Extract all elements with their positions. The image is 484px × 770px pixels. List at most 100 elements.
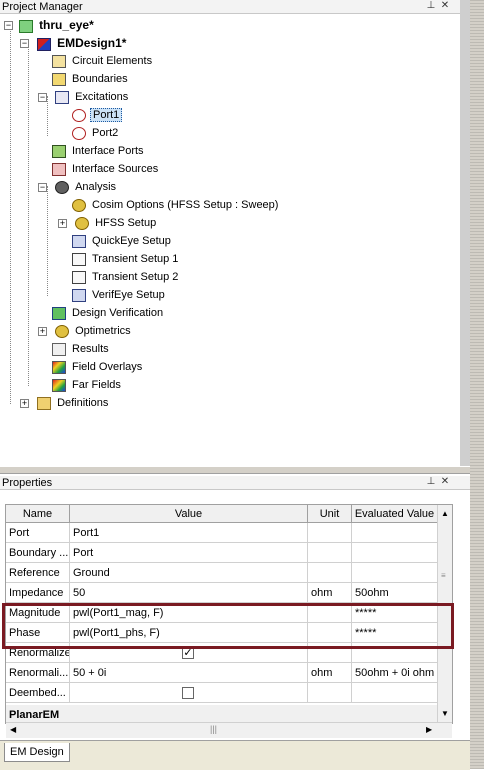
tree-label: Interface Sources	[72, 163, 159, 175]
scroll-left-icon[interactable]: ◀	[10, 725, 16, 734]
pane-splitter[interactable]	[0, 466, 470, 474]
properties-title: Properties	[2, 477, 53, 489]
property-evaluated-cell: 50ohm + 0i ohm	[352, 663, 438, 683]
tree-node-transient-setup-2[interactable]: Transient Setup 2	[72, 268, 180, 286]
property-value-cell[interactable]: Port	[70, 543, 308, 563]
tree-node-results[interactable]: Results	[52, 340, 111, 358]
property-name-cell: Impedance	[6, 583, 70, 603]
tree-label: Definitions	[57, 397, 109, 409]
properties-buttons: ⊥ ✕	[424, 476, 452, 490]
tree-node-quickeye-setup[interactable]: QuickEye Setup	[72, 232, 173, 250]
scroll-down-icon[interactable]: ▼	[441, 709, 449, 718]
tree-label: Optimetrics	[75, 325, 131, 337]
collapse-icon[interactable]: −	[20, 39, 29, 48]
tree-node-far-fields[interactable]: Far Fields	[52, 376, 123, 394]
tree-node-port2[interactable]: Port2	[72, 124, 120, 142]
interface-ports-icon	[52, 144, 66, 158]
column-header-evaluated[interactable]: Evaluated Value	[352, 505, 438, 523]
tree-line	[28, 42, 29, 386]
property-value-cell[interactable]: Port1	[70, 523, 308, 543]
property-evaluated-cell	[352, 683, 438, 703]
expand-icon[interactable]: +	[58, 219, 67, 228]
close-icon[interactable]: ✕	[438, 476, 452, 487]
tree-node-port1[interactable]: Port1	[72, 106, 123, 124]
scroll-right-icon[interactable]: ▶	[426, 725, 432, 734]
results-icon	[52, 342, 66, 356]
tree-node-boundaries[interactable]: Boundaries	[52, 70, 130, 88]
property-row[interactable]: Boundary ... Port	[6, 543, 438, 563]
properties-title-bar: Properties	[0, 476, 470, 490]
tree-node-excitations[interactable]: − Excitations	[38, 88, 130, 106]
tree-node-field-overlays[interactable]: Field Overlays	[52, 358, 144, 376]
property-row[interactable]: Port Port1	[6, 523, 438, 543]
property-name-cell: Renormali...	[6, 663, 70, 683]
cosim-gear-icon	[72, 198, 86, 212]
checkbox-unchecked[interactable]	[182, 687, 194, 699]
property-value-cell[interactable]: Ground	[70, 563, 308, 583]
column-header-name[interactable]: Name	[6, 505, 70, 523]
collapse-icon[interactable]: −	[4, 21, 13, 30]
property-value-cell[interactable]: 50 + 0i	[70, 663, 308, 683]
property-row[interactable]: Renormali... 50 + 0i ohm 50ohm + 0i ohm	[6, 663, 438, 683]
optimetrics-icon	[55, 324, 70, 338]
grid-horizontal-scrollbar[interactable]: ◀ ||| ▶	[6, 722, 452, 738]
scroll-up-icon[interactable]: ▲	[441, 509, 449, 518]
tree-label: Cosim Options (HFSS Setup : Sweep)	[92, 199, 279, 211]
property-row[interactable]: Reference Ground	[6, 563, 438, 583]
project-tree[interactable]: − thru_eye* − EMDesign1* Circuit Element…	[0, 14, 460, 466]
tree-label: Transient Setup 2	[92, 271, 179, 283]
expand-icon[interactable]: +	[20, 399, 29, 408]
project-icon	[19, 19, 34, 33]
interface-sources-icon	[52, 162, 66, 176]
property-value-cell[interactable]: 50	[70, 583, 308, 603]
tree-label: Results	[72, 343, 109, 355]
property-name-cell: Deembed...	[6, 683, 70, 703]
right-splitter[interactable]	[470, 0, 484, 769]
property-row[interactable]: Deembed...	[6, 683, 438, 703]
tree-label: Circuit Elements	[72, 55, 153, 67]
tree-node-analysis[interactable]: − Analysis	[38, 178, 118, 196]
tree-node-circuit-elements[interactable]: Circuit Elements	[52, 52, 154, 70]
tree-label: Excitations	[75, 91, 129, 103]
scroll-grip-icon: |||	[210, 724, 218, 734]
tree-node-definitions[interactable]: + Definitions	[20, 394, 110, 412]
pin-icon[interactable]: ⊥	[424, 0, 438, 11]
tree-node-interface-ports[interactable]: Interface Ports	[52, 142, 146, 160]
port-icon	[72, 126, 86, 140]
property-evaluated-cell	[352, 563, 438, 583]
project-manager-title-bar: Project Manager	[0, 0, 460, 14]
tree-label: Design Verification	[72, 307, 164, 319]
project-manager-title: Project Manager	[2, 1, 83, 13]
tree-node-cosim-options[interactable]: Cosim Options (HFSS Setup : Sweep)	[72, 196, 280, 214]
tree-node-verifeye-setup[interactable]: VerifEye Setup	[72, 286, 167, 304]
project-manager-buttons: ⊥ ✕	[424, 0, 452, 14]
tree-node-transient-setup-1[interactable]: Transient Setup 1	[72, 250, 180, 268]
property-row[interactable]: Impedance 50 ohm 50ohm	[6, 583, 438, 603]
tree-node-optimetrics[interactable]: + Optimetrics	[38, 322, 133, 340]
tree-node-design-verification[interactable]: Design Verification	[52, 304, 165, 322]
tab-em-design[interactable]: EM Design	[4, 743, 70, 762]
property-unit-cell	[308, 563, 352, 583]
property-evaluated-cell	[352, 523, 438, 543]
property-unit-cell: ohm	[308, 583, 352, 603]
tree-node-hfss-setup[interactable]: + HFSS Setup	[58, 214, 158, 232]
tree-node-interface-sources[interactable]: Interface Sources	[52, 160, 160, 178]
tree-label: Field Overlays	[72, 361, 143, 373]
tree-label-selected: Port1	[90, 108, 123, 122]
field-overlays-icon	[52, 360, 66, 374]
tree-node-project[interactable]: − thru_eye*	[4, 16, 96, 34]
expand-icon[interactable]: +	[38, 327, 47, 336]
tree-node-design[interactable]: − EMDesign1*	[20, 34, 128, 52]
collapse-icon[interactable]: −	[38, 183, 47, 192]
collapse-icon[interactable]: −	[38, 93, 47, 102]
pin-icon[interactable]: ⊥	[424, 476, 438, 487]
tree-label: QuickEye Setup	[92, 235, 171, 247]
tree-label: thru_eye*	[39, 18, 94, 32]
close-icon[interactable]: ✕	[438, 0, 452, 11]
column-header-unit[interactable]: Unit	[308, 505, 352, 523]
tree-label: Interface Ports	[72, 145, 144, 157]
column-header-value[interactable]: Value	[70, 505, 308, 523]
property-evaluated-cell	[352, 543, 438, 563]
tree-vertical-scrollbar[interactable]	[460, 0, 470, 466]
design-icon	[37, 37, 52, 51]
